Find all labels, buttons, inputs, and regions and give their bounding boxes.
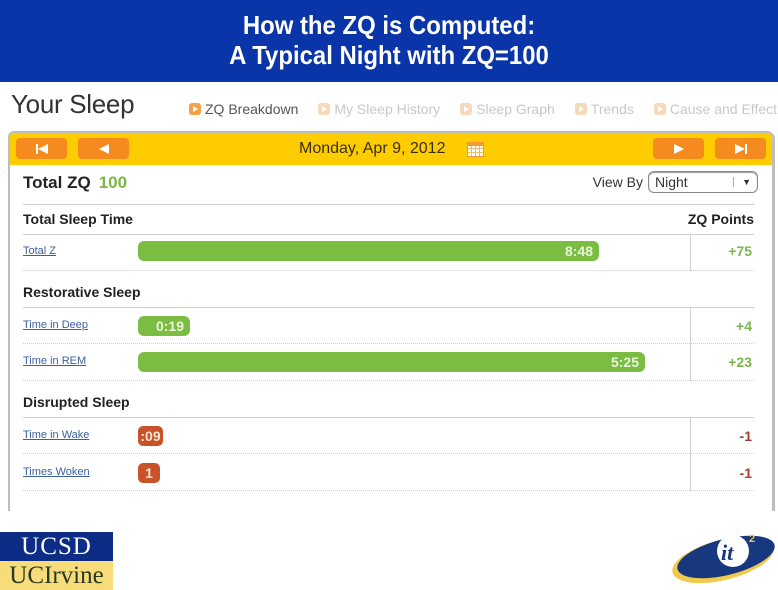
- app-title: Your Sleep: [11, 89, 135, 119]
- tab-label: Cause and Effect: [669, 101, 778, 117]
- time-in-wake-points: -1: [739, 428, 752, 444]
- divider: [23, 417, 754, 418]
- tab-cause-and-effect[interactable]: Cause and Effect: [653, 101, 778, 117]
- prev-icon: [98, 143, 109, 154]
- column-divider: [690, 417, 691, 491]
- section-title: Restorative Sleep: [23, 284, 141, 300]
- view-by: View By Night ▼: [593, 171, 758, 193]
- row-separator: [23, 453, 754, 454]
- play-icon: [318, 103, 331, 115]
- zq-breakdown-panel: Monday, Apr 9, 2012 Total ZQ 100 View By …: [8, 131, 775, 511]
- times-woken-bar: 1: [138, 463, 160, 483]
- divider: [23, 204, 754, 205]
- time-in-wake-link[interactable]: Time in Wake: [23, 429, 89, 441]
- chevron-down-icon: ▼: [733, 177, 751, 187]
- tab-label: My Sleep History: [334, 101, 441, 117]
- slide-title-line-1: How the ZQ is Computed:: [242, 10, 536, 40]
- divider: [23, 307, 754, 308]
- next-icon: [673, 143, 684, 154]
- total-zq-value: 100: [98, 173, 128, 192]
- date-bar: Monday, Apr 9, 2012: [10, 133, 772, 165]
- logo-text: it: [721, 540, 734, 565]
- time-in-wake-bar: :09: [138, 426, 163, 446]
- row-separator: [23, 343, 754, 344]
- time-in-rem-points: +23: [728, 354, 752, 370]
- last-icon: [734, 143, 745, 154]
- first-day-button[interactable]: [16, 138, 67, 159]
- calendar-icon[interactable]: [467, 142, 484, 157]
- current-date: Monday, Apr 9, 2012: [299, 140, 446, 157]
- app-header: Your Sleep ZQ Breakdown My Sleep History…: [0, 85, 778, 129]
- tab-trends[interactable]: Trends: [574, 101, 634, 117]
- tab-zq-breakdown[interactable]: ZQ Breakdown: [189, 101, 298, 117]
- total-zq-label: Total ZQ: [23, 173, 91, 192]
- total-z-bar: 8:48: [138, 241, 599, 261]
- total-z-points: +75: [728, 243, 752, 259]
- logo-superscript: 2: [749, 533, 755, 545]
- time-in-deep-bar: 0:19: [138, 316, 190, 336]
- previous-day-button[interactable]: [78, 138, 129, 159]
- time-in-rem-bar: 5:25: [138, 352, 645, 372]
- view-by-select[interactable]: Night ▼: [648, 171, 758, 193]
- section-title: Total Sleep Time: [23, 211, 133, 227]
- view-by-value: Night: [655, 174, 688, 190]
- slide-title: How the ZQ is Computed: A Typical Night …: [0, 0, 778, 82]
- times-woken-link[interactable]: Times Woken: [23, 466, 90, 478]
- column-divider: [690, 234, 691, 271]
- total-z-link[interactable]: Total Z: [23, 245, 56, 257]
- time-in-deep-link[interactable]: Time in Deep: [23, 319, 88, 331]
- times-woken-points: -1: [739, 465, 752, 481]
- tab-label: Trends: [590, 101, 634, 117]
- last-day-button[interactable]: [715, 138, 766, 159]
- column-divider: [690, 307, 691, 381]
- next-day-button[interactable]: [653, 138, 704, 159]
- nav-tabs: ZQ Breakdown My Sleep History Sleep Grap…: [189, 101, 778, 117]
- row-separator: [23, 490, 754, 491]
- it2-logo: it 2: [672, 533, 775, 584]
- zq-points-header: ZQ Points: [687, 211, 754, 227]
- play-icon: [653, 103, 666, 115]
- play-icon: [574, 103, 587, 115]
- tab-label: ZQ Breakdown: [205, 101, 299, 117]
- total-zq: Total ZQ 100: [23, 173, 127, 193]
- uc-irvine-logo: UCIrvine: [0, 561, 113, 590]
- tab-my-sleep-history[interactable]: My Sleep History: [318, 101, 440, 117]
- view-by-label: View By: [592, 174, 643, 190]
- ucsd-logo: UCSD: [0, 532, 113, 561]
- play-icon: [460, 103, 473, 115]
- row-separator: [23, 270, 754, 271]
- slide-title-line-2: A Typical Night with ZQ=100: [229, 40, 549, 70]
- play-icon: [189, 103, 201, 115]
- time-in-deep-points: +4: [736, 318, 752, 334]
- time-in-rem-link[interactable]: Time in REM: [23, 355, 86, 367]
- tab-label: Sleep Graph: [476, 101, 555, 117]
- tab-sleep-graph[interactable]: Sleep Graph: [460, 101, 555, 117]
- row-separator: [23, 380, 754, 381]
- section-title: Disrupted Sleep: [23, 394, 130, 410]
- divider: [23, 234, 754, 235]
